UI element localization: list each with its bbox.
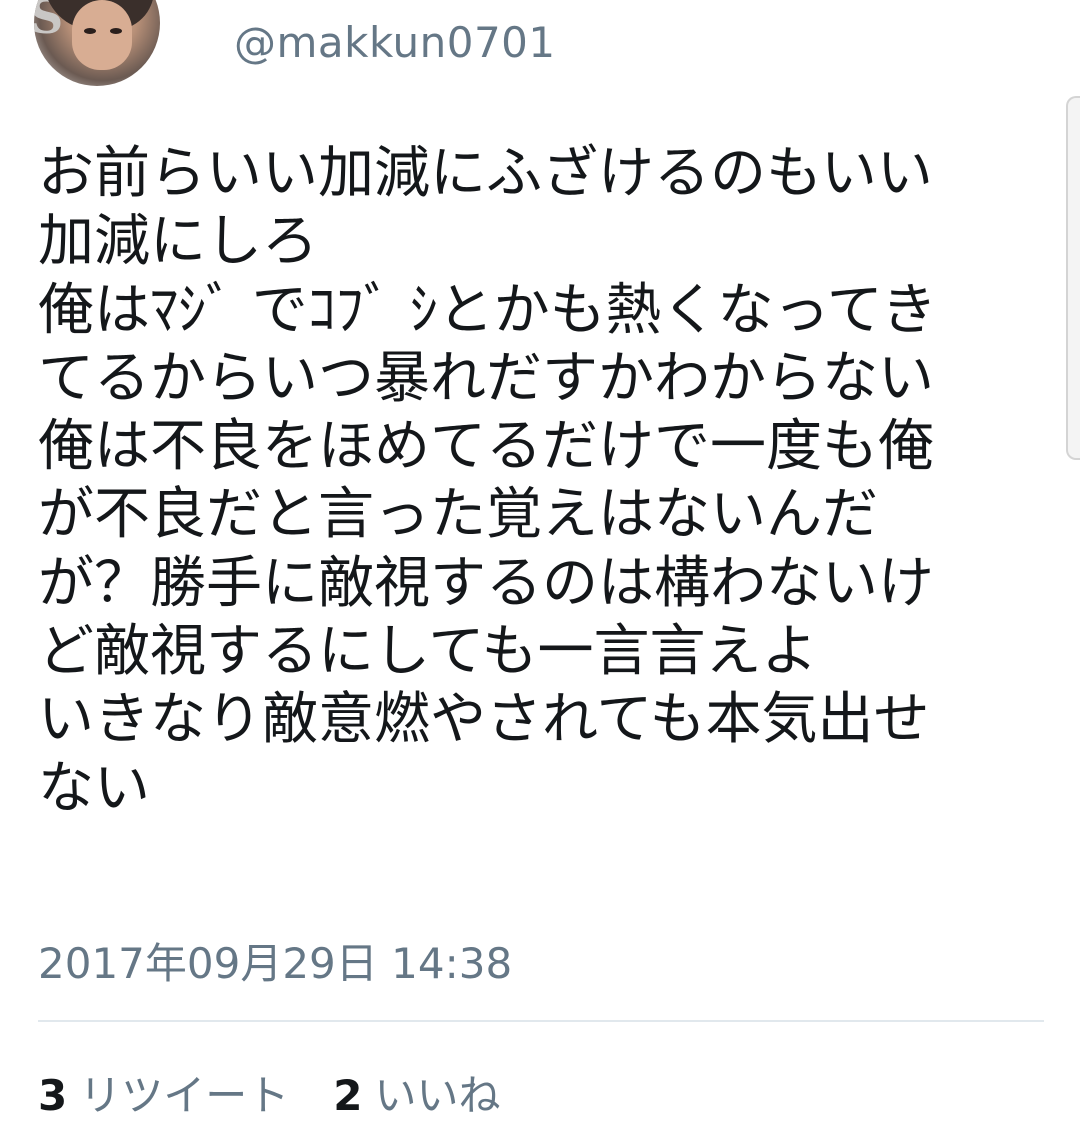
retweets-stat[interactable]: 3 リツイート bbox=[38, 1062, 289, 1123]
tweet-text-line: いきなり敵意燃やされても本気出せ bbox=[38, 687, 930, 753]
avatar[interactable]: S bbox=[34, 0, 160, 86]
retweets-count: 3 bbox=[38, 1071, 68, 1120]
likes-count: 2 bbox=[333, 1071, 363, 1120]
tweet-text-line: ない bbox=[38, 755, 150, 821]
scrollbar[interactable] bbox=[1066, 96, 1080, 460]
avatar-eye-right bbox=[110, 28, 122, 34]
tweet-text-line: ど敵視するにしても一言言えよ bbox=[38, 619, 818, 685]
tweet-text-line: てるからいつ暴れだすかわからない bbox=[38, 345, 934, 411]
tweet-text-line: が？勝手に敵視するのは構わないけ bbox=[38, 550, 934, 616]
user-handle[interactable]: @makkun0701 bbox=[234, 18, 556, 67]
avatar-face bbox=[72, 0, 132, 70]
tweet-text-line: お前らいい加減にふざけるのもいい bbox=[38, 141, 933, 206]
likes-stat[interactable]: 2 いいね bbox=[333, 1062, 500, 1123]
tweet-text-line: 加減にしろ bbox=[38, 209, 318, 275]
tweet-timestamp[interactable]: 2017年09月29日 14:38 bbox=[38, 930, 512, 991]
divider bbox=[38, 1020, 1044, 1022]
retweets-label: リツイート bbox=[79, 1071, 290, 1120]
tweet-text-line: 俺は不良をほめてるだけで一度も俺 bbox=[38, 414, 934, 480]
tweet-text: お前らいい加減にふざけるのもいい 加減にしろ 俺はﾏｼﾞ でｺﾌﾞ ｼとかも熱く… bbox=[38, 140, 1068, 823]
avatar-eye-left bbox=[84, 28, 96, 34]
likes-label: いいね bbox=[374, 1071, 501, 1120]
tweet-stats: 3 リツイート 2 いいね bbox=[38, 1062, 545, 1123]
tweet-text-line: が不良だと言った覚えはないんだ bbox=[38, 482, 878, 548]
tweet-text-line: 俺はﾏｼﾞ でｺﾌﾞ ｼとかも熱くなってき bbox=[38, 277, 938, 343]
